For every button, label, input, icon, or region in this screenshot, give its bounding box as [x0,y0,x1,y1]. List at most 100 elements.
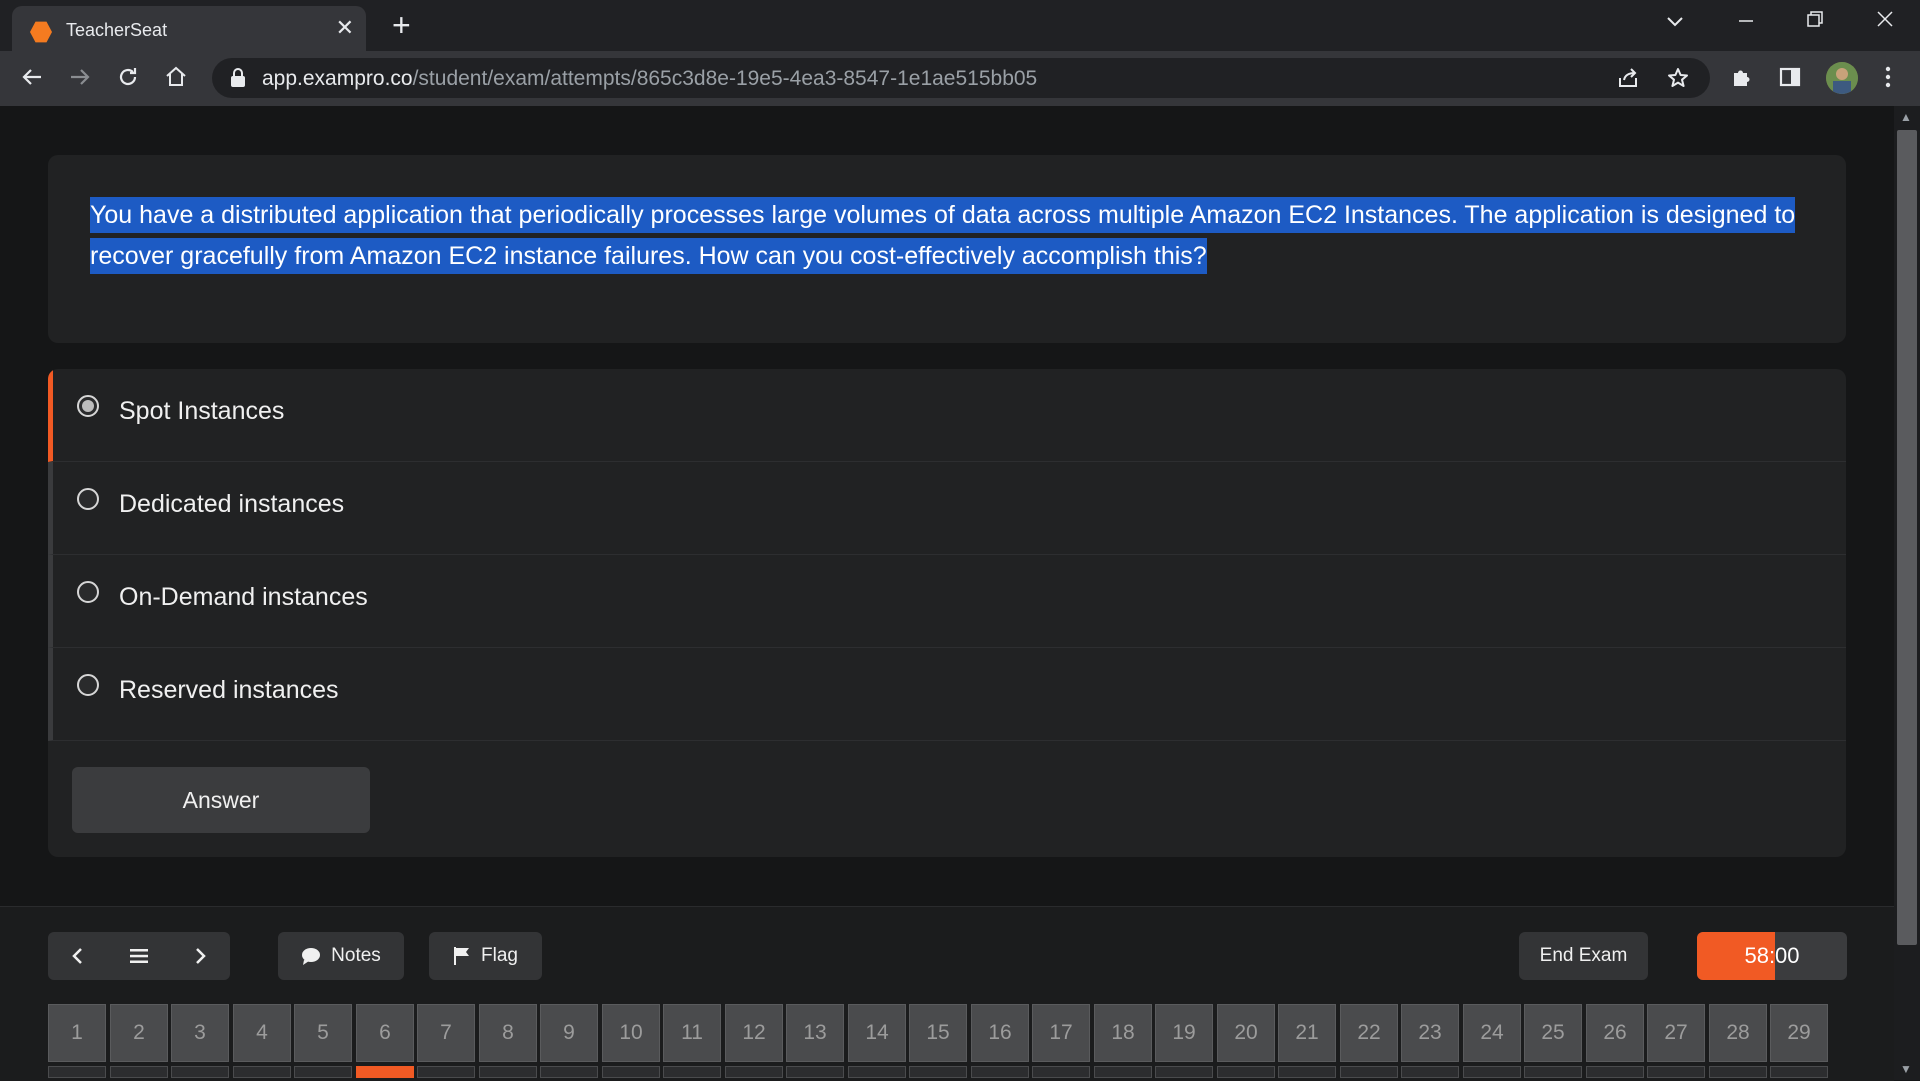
extensions-icon[interactable] [1726,61,1758,93]
sidepanel-icon[interactable] [1774,61,1806,93]
question-number-5[interactable]: 5 [294,1004,352,1062]
question-number-13[interactable]: 13 [786,1004,844,1062]
question-number-25[interactable]: 25 [1524,1004,1582,1062]
question-number-4[interactable]: 4 [233,1004,291,1062]
scrollbar-thumb[interactable] [1897,130,1917,945]
question-status-5[interactable] [294,1066,352,1078]
question-status-15[interactable] [909,1066,967,1078]
question-number-10[interactable]: 10 [602,1004,660,1062]
question-status-17[interactable] [1032,1066,1090,1078]
close-tab-icon[interactable]: ✕ [336,14,354,42]
question-status-19[interactable] [1155,1066,1213,1078]
question-status-8[interactable] [479,1066,537,1078]
forward-icon[interactable] [64,61,96,93]
question-number-6[interactable]: 6 [356,1004,414,1062]
radio-button[interactable] [77,674,99,696]
question-number-21[interactable]: 21 [1278,1004,1336,1062]
question-number-14[interactable]: 14 [848,1004,906,1062]
radio-button[interactable] [77,488,99,510]
option-reserved-instances[interactable]: Reserved instances [48,648,1846,741]
question-status-22[interactable] [1340,1066,1398,1078]
question-status-9[interactable] [540,1066,598,1078]
question-number-16[interactable]: 16 [971,1004,1029,1062]
question-status-16[interactable] [971,1066,1029,1078]
question-number-18[interactable]: 18 [1094,1004,1152,1062]
question-status-25[interactable] [1524,1066,1582,1078]
avatar[interactable] [1826,62,1858,94]
browser-tab-bar: TeacherSeat ✕ + [0,0,1920,51]
question-status-20[interactable] [1217,1066,1275,1078]
question-status-12[interactable] [725,1066,783,1078]
chevron-right-icon [196,948,206,964]
next-question-button[interactable] [170,932,230,980]
question-status-13[interactable] [786,1066,844,1078]
home-icon[interactable] [160,61,192,93]
question-status-3[interactable] [171,1066,229,1078]
back-icon[interactable] [16,61,48,93]
question-status-7[interactable] [417,1066,475,1078]
menu-icon[interactable] [1872,61,1904,93]
browser-tab[interactable]: TeacherSeat ✕ [12,6,366,51]
question-number-19[interactable]: 19 [1155,1004,1213,1062]
question-status-6[interactable] [356,1066,414,1078]
previous-question-button[interactable] [48,932,108,980]
question-status-24[interactable] [1463,1066,1521,1078]
reload-icon[interactable] [112,61,144,93]
question-status-14[interactable] [848,1066,906,1078]
question-status-11[interactable] [663,1066,721,1078]
question-status-18[interactable] [1094,1066,1152,1078]
question-number-27[interactable]: 27 [1647,1004,1705,1062]
flag-icon [454,947,470,965]
new-tab-icon[interactable]: + [392,8,411,42]
option-on-demand-instances[interactable]: On-Demand instances [48,555,1846,648]
url-text: app.exampro.co/student/exam/attempts/865… [262,67,1038,90]
question-status-26[interactable] [1586,1066,1644,1078]
share-icon[interactable] [1612,62,1644,94]
radio-button[interactable] [77,395,99,417]
question-status-23[interactable] [1401,1066,1459,1078]
flag-button[interactable]: Flag [429,932,542,980]
scroll-down-icon[interactable]: ▼ [1900,1062,1912,1076]
question-status-2[interactable] [110,1066,168,1078]
question-status-10[interactable] [602,1066,660,1078]
answer-button[interactable]: Answer [72,767,370,833]
tab-search-icon[interactable] [1665,8,1685,36]
question-number-29[interactable]: 29 [1770,1004,1828,1062]
question-list-button[interactable] [109,932,169,980]
restore-icon[interactable] [1806,8,1824,36]
question-number-2[interactable]: 2 [110,1004,168,1062]
question-number-26[interactable]: 26 [1586,1004,1644,1062]
end-exam-button[interactable]: End Exam [1519,932,1648,980]
question-number-15[interactable]: 15 [909,1004,967,1062]
star-icon[interactable] [1662,62,1694,94]
question-status-4[interactable] [233,1066,291,1078]
scrollbar[interactable]: ▲ ▼ [1894,106,1920,1080]
question-number-1[interactable]: 1 [48,1004,106,1062]
notes-button[interactable]: Notes [278,932,404,980]
lock-icon[interactable] [228,67,248,89]
question-number-23[interactable]: 23 [1401,1004,1459,1062]
question-number-12[interactable]: 12 [725,1004,783,1062]
question-number-17[interactable]: 17 [1032,1004,1090,1062]
close-window-icon[interactable] [1875,8,1895,36]
question-number-28[interactable]: 28 [1709,1004,1767,1062]
question-number-3[interactable]: 3 [171,1004,229,1062]
question-status-29[interactable] [1770,1066,1828,1078]
scroll-up-icon[interactable]: ▲ [1900,110,1912,124]
question-number-22[interactable]: 22 [1340,1004,1398,1062]
question-number-11[interactable]: 11 [663,1004,721,1062]
question-status-27[interactable] [1647,1066,1705,1078]
question-status-21[interactable] [1278,1066,1336,1078]
question-number-9[interactable]: 9 [540,1004,598,1062]
radio-button[interactable] [77,581,99,603]
question-status-1[interactable] [48,1066,106,1078]
option-spot-instances[interactable]: Spot Instances [48,369,1846,462]
option-dedicated-instances[interactable]: Dedicated instances [48,462,1846,555]
question-number-7[interactable]: 7 [417,1004,475,1062]
minimize-icon[interactable] [1737,8,1755,36]
question-status-28[interactable] [1709,1066,1767,1078]
question-number-8[interactable]: 8 [479,1004,537,1062]
address-bar[interactable]: app.exampro.co/student/exam/attempts/865… [212,58,1710,98]
question-number-20[interactable]: 20 [1217,1004,1275,1062]
question-number-24[interactable]: 24 [1463,1004,1521,1062]
